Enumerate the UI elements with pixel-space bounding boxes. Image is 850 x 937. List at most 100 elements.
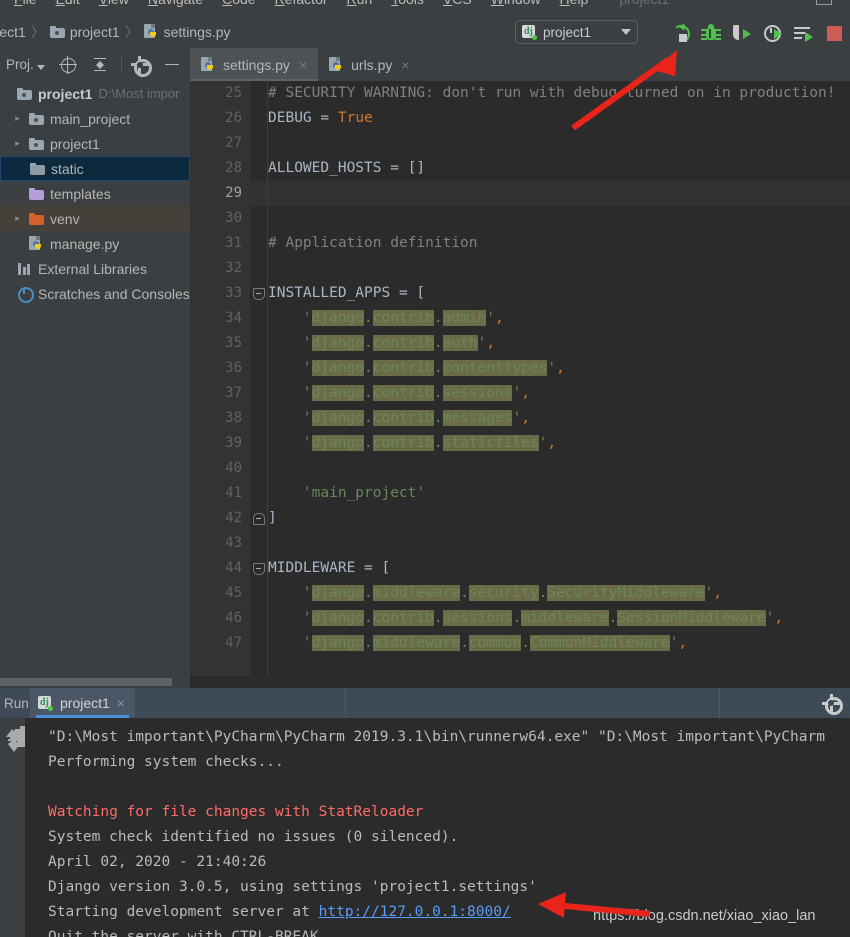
profile-button[interactable]: [763, 23, 783, 43]
breadcrumb-item-project1[interactable]: project1: [49, 24, 120, 40]
close-icon[interactable]: ×: [299, 57, 307, 73]
code-token: .: [364, 435, 373, 451]
project-tree[interactable]: project1 D:\Most impor ▸ main_project ▸ proje…: [0, 81, 190, 688]
code-line[interactable]: # Application definition: [268, 231, 850, 256]
run-tab-bar: Run: dj project1 ×: [0, 688, 850, 718]
console-button[interactable]: [794, 23, 814, 43]
menu-item-window[interactable]: Window: [491, 0, 541, 7]
code-line[interactable]: 'django.contrib.auth',: [268, 331, 850, 356]
close-icon[interactable]: ×: [117, 695, 125, 711]
code-token: ': [486, 310, 496, 326]
menu-item-run[interactable]: Run: [347, 0, 373, 7]
menu-item-file[interactable]: File: [14, 0, 37, 7]
settings-gear-icon[interactable]: [130, 55, 152, 77]
tree-item-scratches-and-consoles[interactable]: Scratches and Consoles: [0, 281, 190, 306]
close-icon[interactable]: ×: [401, 57, 409, 73]
run-settings-gear-icon[interactable]: [822, 694, 843, 715]
code-token: .: [433, 410, 443, 426]
chevron-down-icon[interactable]: [621, 29, 631, 35]
coverage-button[interactable]: [732, 23, 752, 43]
run-tab-project1[interactable]: dj project1 ×: [30, 688, 135, 718]
rerun-button[interactable]: [670, 21, 692, 45]
code-token: contrib: [372, 410, 434, 426]
code-line[interactable]: [268, 206, 850, 231]
tree-item-external-libraries[interactable]: External Libraries: [0, 256, 190, 281]
tree-item-templates[interactable]: templates: [0, 181, 190, 206]
tree-item-main_project[interactable]: ▸ main_project: [0, 106, 190, 131]
stop-button[interactable]: [825, 23, 845, 43]
code-fold-marker[interactable]: [253, 563, 265, 575]
code-line[interactable]: # SECURITY WARNING: don't run with debug…: [268, 81, 850, 106]
chevron-down-icon[interactable]: [36, 64, 45, 70]
code-line[interactable]: ALLOWED_HOSTS = []: [268, 156, 850, 181]
code-line[interactable]: 'django.contrib.messages',: [268, 406, 850, 431]
code-line[interactable]: 'django.middleware.security.SecurityMidd…: [268, 581, 850, 606]
code-line[interactable]: 'django.middleware.common.CommonMiddlewa…: [268, 631, 850, 656]
code-line[interactable]: DEBUG = True: [268, 106, 850, 131]
code-token: ,: [495, 310, 504, 326]
debug-button[interactable]: [701, 23, 721, 43]
code-line[interactable]: [268, 256, 850, 281]
django-icon: dj: [38, 695, 53, 711]
console-url-link[interactable]: http://127.0.0.1:8000/: [319, 904, 511, 920]
locate-icon[interactable]: [58, 55, 77, 74]
editor-tab-label: urls.py: [351, 56, 393, 73]
code-token: ': [268, 635, 312, 651]
menu-item-code[interactable]: Code: [222, 0, 255, 7]
code-editor[interactable]: 25 26 27 28 29 30 31 32 33 34 35 36 37 38 39 40 41 42 43 44…: [190, 81, 850, 688]
code-token: contrib: [372, 335, 434, 351]
run-configuration-selector[interactable]: dj project1: [515, 20, 638, 44]
tree-item-project1[interactable]: ▸ project1: [0, 131, 190, 156]
code-line[interactable]: [268, 531, 850, 556]
editor-tab-urls-py[interactable]: urls.py ×: [318, 48, 420, 81]
code-line[interactable]: 'django.contrib.admin',: [268, 306, 850, 331]
editor-tab-settings-py[interactable]: settings.py ×: [190, 48, 319, 81]
code-line[interactable]: 'django.contrib.sessions',: [268, 381, 850, 406]
tree-expand-arrow[interactable]: ▸: [12, 138, 23, 149]
breadcrumb-separator: 〉: [30, 23, 45, 40]
tree-item-project1[interactable]: project1 D:\Most impor: [0, 81, 190, 106]
code-line[interactable]: [268, 456, 850, 481]
console-output[interactable]: "D:\Most important\PyCharm\PyCharm 2019.…: [25, 718, 850, 937]
code-token: auth: [442, 335, 478, 351]
code-line[interactable]: 'django.contrib.staticfiles',: [268, 431, 850, 456]
menu-item-refactor[interactable]: Refactor: [275, 0, 328, 7]
run-tab-label: project1: [60, 695, 110, 711]
window-restore-icon[interactable]: [816, 0, 832, 5]
code-fold-marker[interactable]: [253, 513, 265, 525]
code-token: django: [311, 385, 365, 401]
menu-item-navigate[interactable]: Navigate: [148, 0, 203, 7]
code-line[interactable]: [268, 131, 850, 156]
hide-icon[interactable]: [163, 56, 181, 74]
code-line[interactable]: INSTALLED_APPS = [: [268, 281, 850, 306]
breadcrumb-item-project1[interactable]: project1: [0, 24, 26, 40]
code-line[interactable]: ]: [268, 506, 850, 531]
tree-item-label: templates: [50, 185, 111, 202]
menu-item-vcs[interactable]: VCS: [443, 0, 472, 7]
menu-item-edit[interactable]: Edit: [56, 0, 80, 7]
tree-expand-arrow[interactable]: ▸: [12, 213, 23, 224]
code-line[interactable]: [268, 181, 850, 206]
collapse-all-icon[interactable]: [91, 56, 109, 74]
line-number: 44: [225, 560, 242, 576]
tree-item-manage-py[interactable]: manage.py: [0, 231, 190, 256]
menu-item-tools[interactable]: Tools: [391, 0, 424, 7]
tree-item-static[interactable]: static: [0, 156, 190, 181]
code-line[interactable]: 'django.contrib.sessions.middleware.Sess…: [268, 606, 850, 631]
tree-expand-arrow[interactable]: ▸: [12, 113, 23, 124]
tree-item-venv[interactable]: ▸ venv: [0, 206, 190, 231]
code-token: ]: [268, 510, 277, 526]
menu-item-view[interactable]: View: [99, 0, 129, 7]
code-token: ,: [521, 410, 530, 426]
code-token: contenttypes: [442, 360, 548, 376]
editor-hscrollbar-thumb[interactable]: [0, 678, 172, 686]
code-content[interactable]: # SECURITY WARNING: don't run with debug…: [268, 81, 850, 688]
code-line[interactable]: 'django.contrib.contenttypes',: [268, 356, 850, 381]
menu-item-help[interactable]: Help: [560, 0, 589, 7]
code-fold-marker[interactable]: [253, 288, 265, 300]
code-token: django: [311, 335, 365, 351]
line-number: 43: [225, 535, 242, 551]
breadcrumb-item-settings-py[interactable]: settings.py: [143, 24, 231, 40]
code-line[interactable]: 'main_project': [268, 481, 850, 506]
code-line[interactable]: MIDDLEWARE = [: [268, 556, 850, 581]
